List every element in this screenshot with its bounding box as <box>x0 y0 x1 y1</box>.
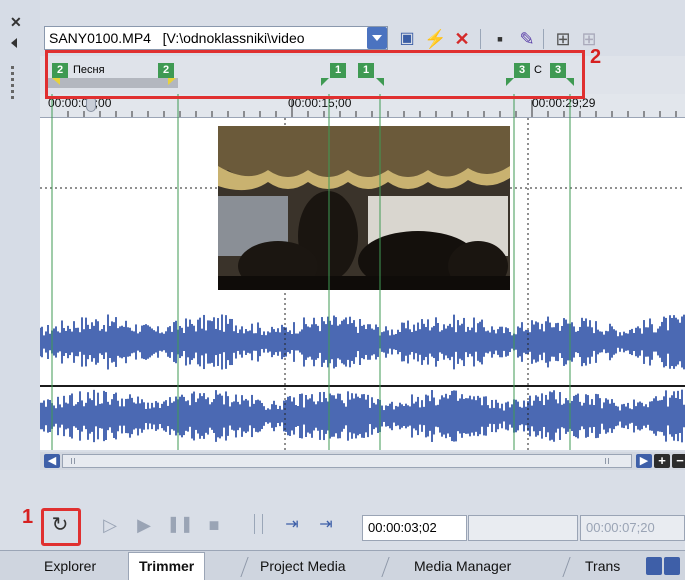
media-file-selector[interactable]: SANY0100.MP4 [V:\odnoklassniki\video <box>44 26 388 50</box>
grip-dot-icon[interactable] <box>11 90 14 93</box>
media-fx-icon[interactable]: ⚡ <box>424 28 446 50</box>
grip-dot-icon[interactable] <box>11 96 14 99</box>
toolbar-separator <box>543 29 544 49</box>
playhead-handle[interactable] <box>86 98 96 112</box>
delete-icon[interactable]: ✕ <box>451 28 473 50</box>
audio-waveform <box>40 298 685 450</box>
transport-separator <box>254 514 255 534</box>
audio-track-pane[interactable] <box>40 298 685 450</box>
toolbar-separator <box>480 29 481 49</box>
tab-separator <box>562 557 571 577</box>
scroll-thumb[interactable] <box>62 454 632 468</box>
scroll-left-button[interactable]: ◀ <box>44 454 60 468</box>
channel-divider <box>40 385 685 387</box>
video-frame-image <box>218 126 510 290</box>
transport-separator <box>262 514 263 534</box>
tab-scroll-left-button[interactable] <box>646 557 662 575</box>
trimmer-window: ✕ SANY0100.MP4 [V:\odnoklassniki\video ▣… <box>0 0 685 580</box>
tab-explorer[interactable]: Explorer <box>34 555 106 580</box>
grip-dot-icon[interactable] <box>11 78 14 81</box>
grip-dot-icon[interactable] <box>11 84 14 87</box>
loop-highlight-box <box>41 508 81 546</box>
video-track-pane[interactable] <box>40 118 685 298</box>
tab-separator <box>381 557 390 577</box>
tab-project-media[interactable]: Project Media <box>250 555 356 580</box>
window-handle: ✕ <box>0 0 40 480</box>
callout-1: 1 <box>22 506 34 528</box>
marker-highlight-box <box>45 50 585 99</box>
tab-separator <box>240 557 249 577</box>
auto-preview-icon[interactable]: ✎ <box>516 28 538 50</box>
waveform-channel-left <box>40 314 685 370</box>
current-time-field[interactable]: 00:00:03;02 <box>362 515 467 541</box>
play-icon[interactable]: ▶ <box>130 512 158 538</box>
close-icon[interactable]: ✕ <box>10 14 22 31</box>
go-to-in-point-icon[interactable]: ⇥ <box>278 512 306 538</box>
window-tabs: Explorer Trimmer Project Media Media Man… <box>0 550 685 580</box>
scroll-right-button[interactable]: ▶ <box>636 454 652 468</box>
waveform-channel-right <box>40 389 685 443</box>
media-properties-icon[interactable]: ▣ <box>396 28 418 50</box>
file-dropdown-button[interactable] <box>367 27 387 49</box>
tab-media-manager[interactable]: Media Manager <box>404 555 521 580</box>
pause-icon[interactable]: ❚❚ <box>166 512 194 538</box>
go-to-out-point-icon[interactable]: ⇥ <box>312 512 340 538</box>
play-from-start-icon[interactable]: ▷ <box>96 512 124 538</box>
tab-trimmer[interactable]: Trimmer <box>128 552 206 580</box>
save-icon[interactable]: ▪ <box>489 28 511 50</box>
horizontal-scrollbar[interactable]: ◀ ▶ + − <box>40 452 685 470</box>
stop-icon[interactable]: ■ <box>200 512 228 538</box>
tab-transitions[interactable]: Trans <box>575 555 630 580</box>
end-time-field[interactable]: 00:00:07;20 <box>580 515 685 541</box>
tab-scroll-right-button[interactable] <box>664 557 680 575</box>
video-thumbnail <box>218 126 510 290</box>
add-to-timeline-icon[interactable]: ⊞ <box>552 28 574 50</box>
grip-dot-icon[interactable] <box>11 72 14 75</box>
grip-dot-icon[interactable] <box>11 66 14 69</box>
file-name: SANY0100.MP4 <box>49 30 151 46</box>
zoom-out-button[interactable]: − <box>672 454 685 468</box>
selection-length-field[interactable] <box>468 515 578 541</box>
collapse-arrow-icon[interactable] <box>11 38 17 48</box>
zoom-in-button[interactable]: + <box>654 454 670 468</box>
callout-2: 2 <box>590 46 602 68</box>
file-path: [V:\odnoklassniki\video <box>162 30 305 46</box>
